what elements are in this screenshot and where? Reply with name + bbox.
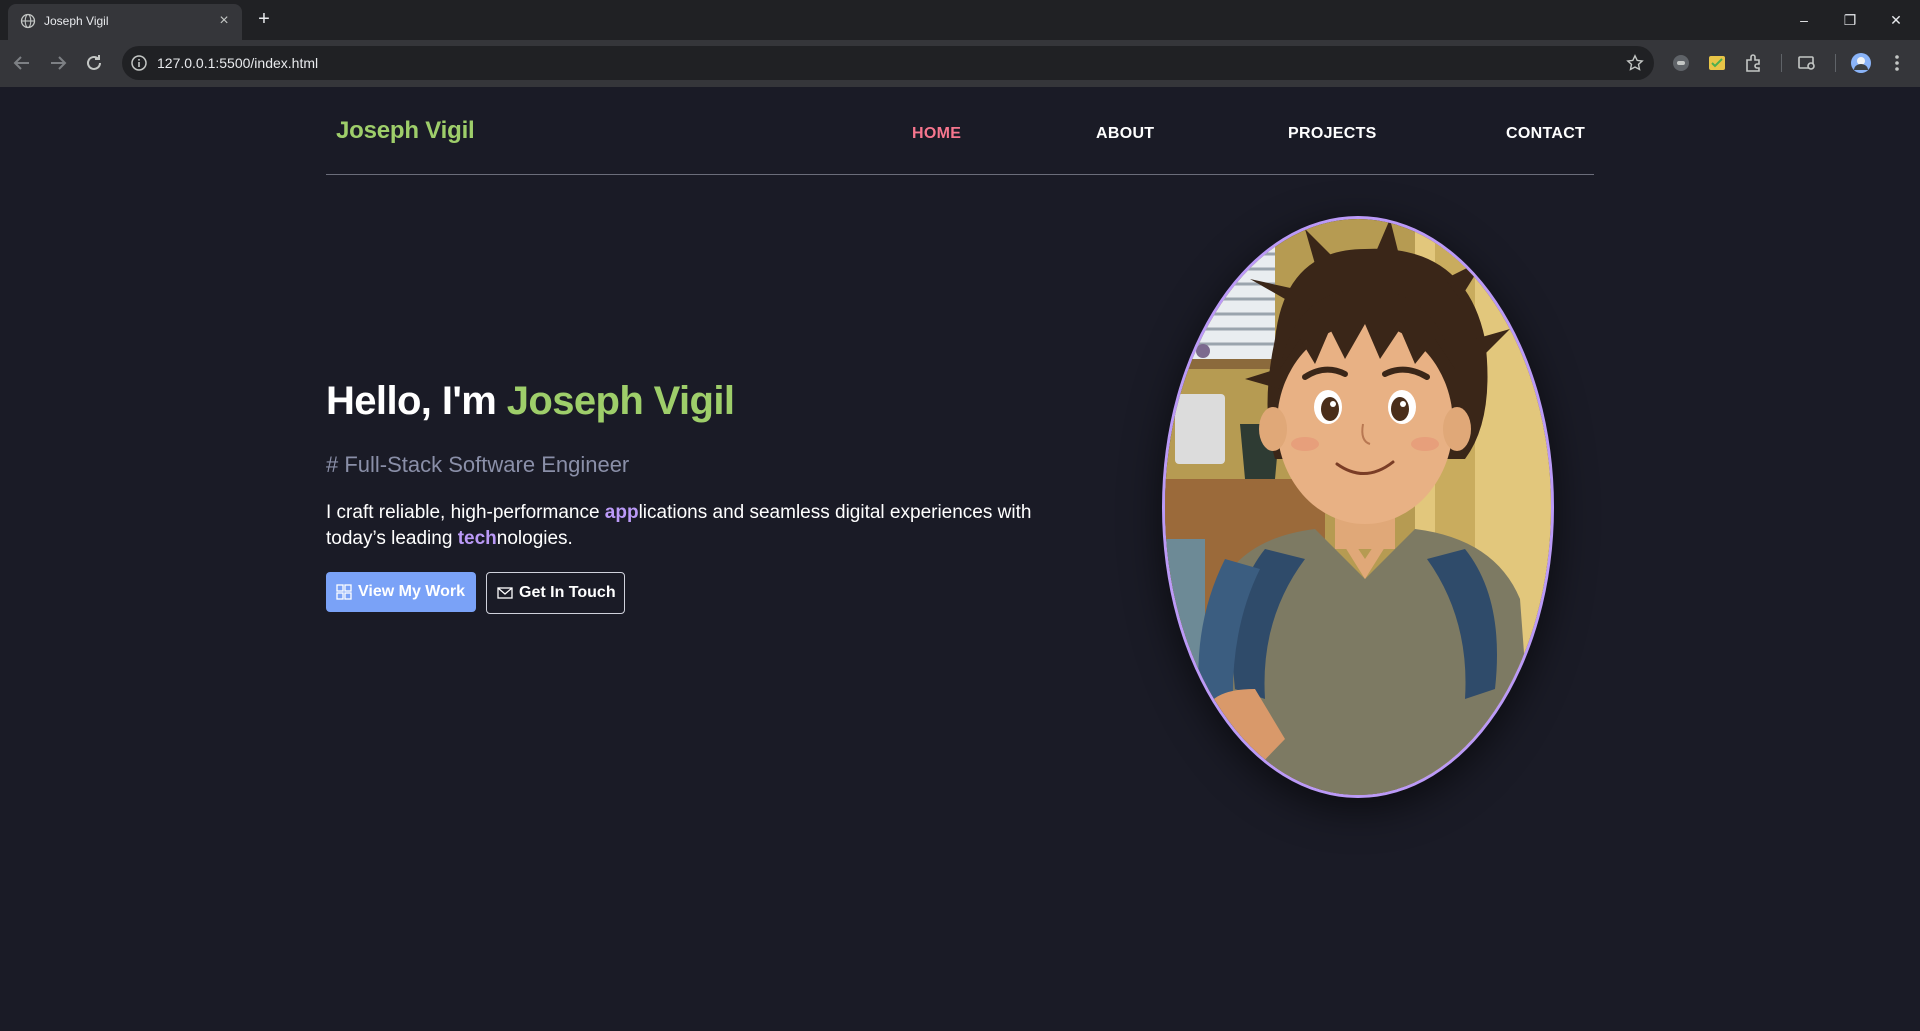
cast-search-icon[interactable] [1796, 52, 1818, 74]
nav-contact[interactable]: CONTACT [1506, 125, 1585, 143]
nav-about[interactable]: ABOUT [1096, 125, 1154, 143]
desc-text: nologies. [496, 528, 573, 549]
desc-highlight: app [604, 502, 639, 523]
notes-extension-icon[interactable] [1706, 52, 1728, 74]
hero-greeting: Hello, I'm [326, 379, 507, 423]
url-text[interactable]: 127.0.0.1:5500/index.html [157, 55, 318, 71]
reload-icon[interactable] [82, 51, 106, 75]
grid-icon [336, 584, 352, 600]
view-my-work-label: View My Work [358, 583, 465, 600]
extension-icon[interactable] [1742, 52, 1764, 74]
brand-logo[interactable]: Joseph Vigil [336, 117, 475, 145]
globe-icon [20, 13, 36, 29]
tab-strip: Joseph Vigil × + – ❐ ✕ [0, 0, 1920, 40]
nav-projects[interactable]: PROJECTS [1288, 125, 1377, 143]
minimize-button[interactable]: – [1792, 8, 1816, 32]
browser-toolbar: 127.0.0.1:5500/index.html [0, 40, 1920, 87]
hero-description: I craft reliable, high-performance appli… [326, 500, 1086, 552]
restore-button[interactable]: ❐ [1838, 8, 1862, 32]
hero-subtitle: # Full-Stack Software Engineer [326, 452, 630, 477]
desc-highlight: tech [457, 528, 497, 549]
hero-name: Joseph Vigil [506, 379, 735, 423]
portrait-illustration [1165, 219, 1551, 795]
address-bar[interactable]: 127.0.0.1:5500/index.html [122, 46, 1654, 80]
get-in-touch-label: Get In Touch [519, 584, 616, 601]
back-icon[interactable] [10, 51, 34, 75]
toolbar-divider [1781, 54, 1782, 72]
page-viewport: Joseph Vigil HOME ABOUT PROJECTS CONTACT… [0, 87, 1920, 1031]
extension-circle-icon[interactable] [1670, 52, 1692, 74]
info-icon[interactable] [130, 54, 148, 72]
view-my-work-button[interactable]: View My Work [326, 572, 476, 612]
toolbar-divider [1835, 54, 1836, 72]
star-icon[interactable] [1626, 54, 1644, 72]
browser-tab[interactable]: Joseph Vigil × [8, 4, 242, 40]
menu-kebab-icon[interactable] [1886, 52, 1908, 74]
tab-title: Joseph Vigil [44, 14, 109, 28]
browser-chrome: Joseph Vigil × + – ❐ ✕ 127.0.0.1:5500/in… [0, 0, 1920, 87]
hero-title: Hello, I'm Joseph Vigil [326, 379, 735, 424]
get-in-touch-button[interactable]: Get In Touch [486, 572, 625, 614]
forward-icon[interactable] [46, 51, 70, 75]
profile-avatar-icon[interactable] [1850, 52, 1872, 74]
desc-text: I craft reliable, high-performance [326, 502, 605, 523]
nav-home[interactable]: HOME [912, 125, 961, 143]
tab-close-button[interactable]: × [214, 11, 234, 31]
mail-icon [497, 587, 513, 599]
profile-portrait [1162, 216, 1554, 798]
new-tab-button[interactable]: + [252, 8, 276, 32]
site-header: Joseph Vigil HOME ABOUT PROJECTS CONTACT [326, 87, 1594, 175]
window-close-button[interactable]: ✕ [1884, 8, 1908, 32]
